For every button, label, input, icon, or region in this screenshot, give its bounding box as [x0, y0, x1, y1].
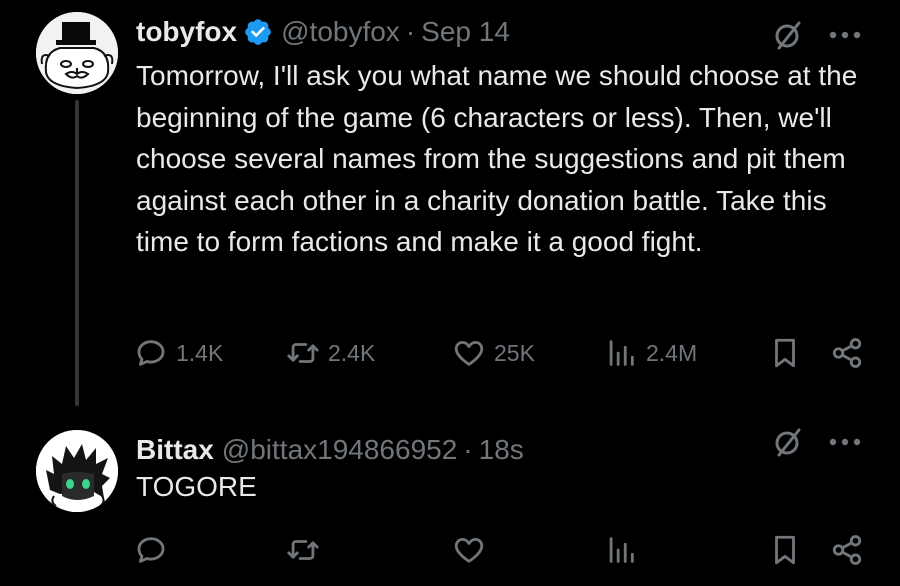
tweet-header: Bittax @bittax194866952 · 18s	[136, 430, 524, 470]
grok-icon[interactable]	[772, 426, 804, 458]
avatar[interactable]	[36, 430, 118, 512]
reply-button[interactable]: 1.4K	[134, 333, 223, 373]
more-icon[interactable]	[828, 437, 862, 447]
share-icon	[832, 535, 862, 565]
like-icon	[454, 340, 484, 366]
handle[interactable]: @bittax194866952	[222, 434, 458, 466]
bookmark-button[interactable]	[768, 333, 802, 373]
reply-icon	[137, 340, 165, 366]
like-count: 25K	[494, 339, 535, 366]
repost-button[interactable]	[286, 530, 328, 570]
share-icon	[832, 338, 862, 368]
views-button[interactable]: 2.4M	[604, 333, 697, 373]
like-button[interactable]: 25K	[452, 333, 535, 373]
grok-icon[interactable]	[772, 19, 804, 51]
reply-icon	[137, 537, 165, 563]
display-name[interactable]: Bittax	[136, 434, 214, 466]
like-icon	[454, 537, 484, 563]
views-icon	[609, 340, 634, 366]
tweet-text: Tomorrow, I'll ask you what name we shou…	[136, 60, 858, 257]
repost-icon	[287, 343, 319, 363]
view-count: 2.4M	[646, 339, 698, 366]
tweet[interactable]: tobyfox @tobyfox · Sep 14 Tomorrow, I'll…	[0, 0, 900, 410]
action-bar: 1.4K 2.4K 25K 2.4M	[134, 333, 870, 373]
views-button[interactable]	[604, 530, 646, 570]
repost-count: 2.4K	[328, 339, 376, 366]
tweet-text: TOGORE	[136, 471, 257, 502]
thread-line	[75, 100, 79, 406]
share-button[interactable]	[830, 530, 864, 570]
more-icon[interactable]	[828, 30, 862, 40]
repost-icon	[287, 540, 319, 560]
reply-count: 1.4K	[176, 339, 224, 366]
share-button[interactable]	[830, 333, 864, 373]
action-bar	[134, 530, 870, 570]
display-name[interactable]: tobyfox	[136, 16, 237, 48]
verified-badge-icon[interactable]	[243, 17, 273, 47]
separator: ·	[405, 16, 416, 47]
timestamp[interactable]: 18s	[479, 434, 524, 466]
bookmark-button[interactable]	[768, 530, 802, 570]
tweet[interactable]: Bittax @bittax194866952 · 18s TOGORE	[0, 410, 900, 586]
bookmark-icon	[775, 338, 795, 368]
tweet-header: tobyfox @tobyfox · Sep 14	[136, 12, 510, 52]
reply-button[interactable]	[134, 530, 176, 570]
views-icon	[609, 537, 634, 563]
repost-button[interactable]: 2.4K	[286, 333, 375, 373]
separator: ·	[463, 434, 473, 465]
handle[interactable]: @tobyfox	[281, 16, 400, 48]
like-button[interactable]	[452, 530, 494, 570]
bookmark-icon	[775, 535, 795, 565]
avatar[interactable]	[36, 12, 118, 94]
timestamp[interactable]: Sep 14	[421, 16, 510, 48]
